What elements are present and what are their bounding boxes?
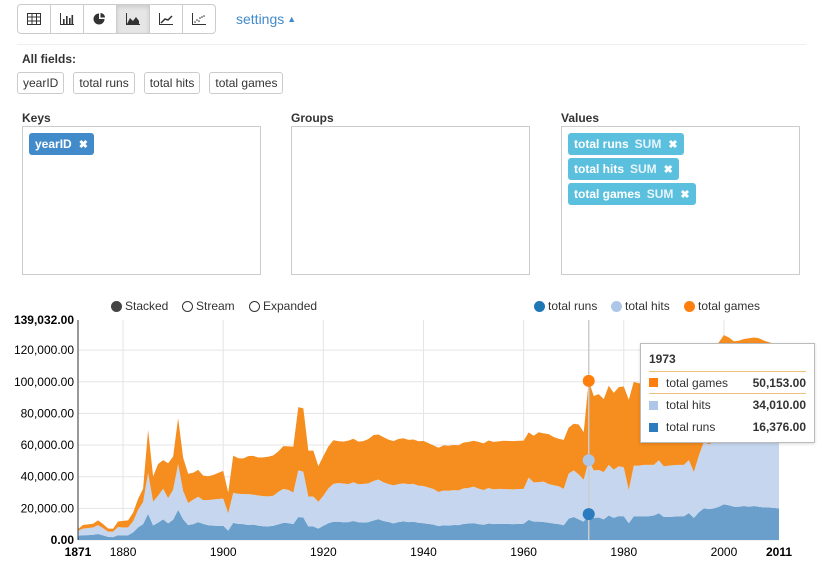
value-chip-total-hits[interactable]: total hits SUM ✖ xyxy=(568,158,679,180)
chip-label: total runs xyxy=(574,137,629,151)
groups-label: Groups xyxy=(291,111,334,125)
remove-icon[interactable]: ✖ xyxy=(79,138,88,151)
chip-label: total games xyxy=(574,187,641,201)
area-chart-button[interactable] xyxy=(116,4,150,34)
mode-expanded[interactable]: Expanded xyxy=(249,299,317,313)
aggregation-selector[interactable]: SUM xyxy=(635,137,662,151)
tooltip-series-name: total games xyxy=(666,375,729,390)
y-tick-label: 139,032.00 xyxy=(14,313,74,327)
scatter-chart-icon xyxy=(192,13,206,25)
pie-chart-icon xyxy=(93,13,105,25)
legend-total-runs[interactable]: total runs xyxy=(534,299,597,313)
legend-label: total runs xyxy=(548,299,598,313)
bar-chart-button[interactable] xyxy=(50,4,84,34)
mode-stream[interactable]: Stream xyxy=(182,299,235,313)
swatch-icon xyxy=(649,400,658,410)
x-tick-label: 1880 xyxy=(110,545,137,559)
field-total-runs[interactable]: total runs xyxy=(73,72,135,94)
x-tick-label: 2000 xyxy=(711,545,738,559)
radio-empty-icon xyxy=(182,300,193,312)
hover-point-total-hits xyxy=(582,454,595,467)
remove-icon[interactable]: ✖ xyxy=(664,163,673,176)
aggregation-selector[interactable]: SUM xyxy=(647,187,674,201)
legend-label: total hits xyxy=(625,299,670,313)
legend-dot-icon xyxy=(534,300,545,312)
legend-label: total games xyxy=(698,299,761,313)
hover-point-total-runs xyxy=(582,508,595,521)
radio-empty-icon xyxy=(249,300,260,312)
swatch-icon xyxy=(649,378,658,387)
hover-point-total-games xyxy=(582,374,595,387)
x-tick-label: 1960 xyxy=(510,545,537,559)
tooltip-value: 50,153.00 xyxy=(752,375,806,390)
x-tick-label: 2011 xyxy=(766,545,792,559)
mode-label: Stacked xyxy=(125,299,169,313)
values-dropzone[interactable]: total runs SUM ✖ total hits SUM ✖ total … xyxy=(561,126,800,275)
remove-icon[interactable]: ✖ xyxy=(680,188,689,201)
radio-selected-icon xyxy=(111,300,122,312)
chart-tooltip: 1973 total games 50,153.00 total hits 34… xyxy=(640,343,815,443)
y-tick-label: 40,000.00 xyxy=(21,470,75,484)
chip-label: total hits xyxy=(574,162,624,176)
pie-chart-button[interactable] xyxy=(83,4,117,34)
x-tick-label: 1940 xyxy=(410,545,437,559)
line-chart-button[interactable] xyxy=(149,4,183,34)
keys-dropzone[interactable]: yearID ✖ xyxy=(22,126,261,275)
tooltip-title: 1973 xyxy=(649,352,806,372)
caret-up-icon: ▲ xyxy=(287,14,297,24)
tooltip-value: 16,376.00 xyxy=(752,420,806,434)
field-total-games[interactable]: total games xyxy=(209,72,284,94)
chip-label: yearID xyxy=(35,137,72,151)
settings-label: settings xyxy=(236,11,285,27)
all-fields-list: yearID total runs total hits total games xyxy=(17,72,284,94)
table-view-button[interactable] xyxy=(17,4,51,34)
value-chip-total-games[interactable]: total games SUM ✖ xyxy=(568,183,696,205)
mode-stacked[interactable]: Stacked xyxy=(111,299,168,313)
legend-dot-icon xyxy=(684,300,695,312)
all-fields-label: All fields: xyxy=(22,52,77,66)
tooltip-series-name: total hits xyxy=(666,398,711,412)
x-tick-label: 1980 xyxy=(610,545,637,559)
values-label: Values xyxy=(561,111,600,125)
line-chart-icon xyxy=(159,13,173,25)
settings-toggle[interactable]: settings ▲ xyxy=(236,11,296,27)
tooltip-row: total runs 16,376.00 xyxy=(649,416,806,438)
chart-type-toolbar xyxy=(17,4,216,34)
x-tick-label: 1871 xyxy=(65,545,92,559)
remove-icon[interactable]: ✖ xyxy=(668,138,677,151)
divider xyxy=(17,44,806,45)
field-total-hits[interactable]: total hits xyxy=(143,72,201,94)
legend-total-hits[interactable]: total hits xyxy=(611,299,670,313)
aggregation-selector[interactable]: SUM xyxy=(630,162,657,176)
tooltip-row: total hits 34,010.00 xyxy=(649,394,806,416)
x-tick-label: 1920 xyxy=(310,545,337,559)
x-tick-label: 1900 xyxy=(210,545,237,559)
y-tick-label: 100,000.00 xyxy=(14,375,74,389)
y-tick-label: 120,000.00 xyxy=(14,343,74,357)
tooltip-series-name: total runs xyxy=(666,420,716,434)
y-tick-label: 20,000.00 xyxy=(21,501,75,515)
table-icon xyxy=(27,13,41,25)
area-chart-icon xyxy=(126,13,140,25)
tooltip-value: 34,010.00 xyxy=(752,398,806,412)
groups-dropzone[interactable] xyxy=(291,126,530,275)
key-chip-yearid[interactable]: yearID ✖ xyxy=(29,133,94,155)
bar-chart-icon xyxy=(60,13,74,25)
y-tick-label: 60,000.00 xyxy=(21,438,75,452)
scatter-chart-button[interactable] xyxy=(182,4,216,34)
keys-label: Keys xyxy=(22,111,51,125)
mode-label: Stream xyxy=(196,299,235,313)
legend-dot-icon xyxy=(611,300,622,312)
field-yearid[interactable]: yearID xyxy=(17,72,65,94)
mode-label: Expanded xyxy=(263,299,318,313)
tooltip-row: total games 50,153.00 xyxy=(649,372,806,394)
value-chip-total-runs[interactable]: total runs SUM ✖ xyxy=(568,133,684,155)
legend-total-games[interactable]: total games xyxy=(684,299,760,313)
y-tick-label: 80,000.00 xyxy=(21,406,75,420)
swatch-icon xyxy=(649,422,658,432)
